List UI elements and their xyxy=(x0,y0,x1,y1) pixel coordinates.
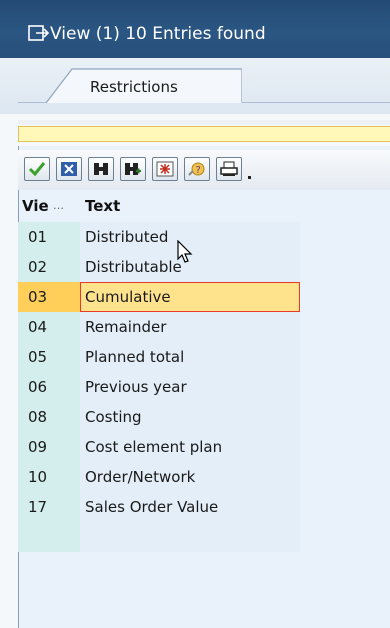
check-icon xyxy=(28,162,46,177)
list-item-selected[interactable]: 03 Cumulative xyxy=(18,282,390,312)
row-text: Sales Order Value xyxy=(85,498,219,516)
mouse-pointer-icon xyxy=(177,239,193,268)
list-item[interactable]: 09 Cost element plan xyxy=(18,432,390,462)
row-code: 05 xyxy=(28,348,48,366)
help-icon: ? xyxy=(188,162,205,176)
row-text: Cost element plan xyxy=(85,438,223,456)
message-bar xyxy=(18,126,390,142)
list-filler xyxy=(18,522,80,552)
column-header-text[interactable]: Text xyxy=(85,197,120,215)
list-filler xyxy=(80,522,300,552)
row-code: 01 xyxy=(28,228,48,246)
row-code: 10 xyxy=(28,468,48,486)
list-item[interactable]: 17 Sales Order Value xyxy=(18,492,390,522)
svg-text:?: ? xyxy=(196,165,201,176)
list-item[interactable]: 02 Distributable xyxy=(18,252,390,282)
row-code: 02 xyxy=(28,258,48,276)
toolbar: ? xyxy=(18,150,390,190)
column-truncation: … xyxy=(53,199,64,212)
check-button[interactable] xyxy=(24,157,50,181)
row-text: Previous year xyxy=(85,378,187,396)
row-code: 08 xyxy=(28,408,48,426)
find-icon xyxy=(94,163,108,175)
row-text: Order/Network xyxy=(85,468,196,486)
cancel-icon xyxy=(61,162,77,176)
tab-restrictions[interactable]: Restrictions xyxy=(46,67,242,103)
row-text: Remainder xyxy=(85,318,167,336)
row-text: Costing xyxy=(85,408,142,426)
column-header-view[interactable]: Vie xyxy=(22,197,49,215)
find-next-icon xyxy=(125,163,141,175)
title-bar: View (1) 10 Entries found xyxy=(0,0,390,58)
tab-label: Restrictions xyxy=(90,78,178,96)
row-code: 04 xyxy=(28,318,48,336)
row-code: 03 xyxy=(28,288,48,306)
row-code: 06 xyxy=(28,378,48,396)
row-text: Planned total xyxy=(85,348,185,366)
list-item[interactable]: 01 Distributed xyxy=(18,222,390,252)
row-text: Distributed xyxy=(85,228,169,246)
row-code: 09 xyxy=(28,438,48,456)
row-text: Cumulative xyxy=(85,288,171,306)
spacer xyxy=(18,120,390,125)
row-text: Distributable xyxy=(85,258,182,276)
window-title: View (1) 10 Entries found xyxy=(50,24,266,44)
help-button[interactable]: ? xyxy=(184,157,210,181)
print-button[interactable] xyxy=(216,157,242,181)
multiple-selection-icon xyxy=(156,161,174,177)
list-item[interactable]: 10 Order/Network xyxy=(18,462,390,492)
row-code: 17 xyxy=(28,498,48,516)
window-icon xyxy=(28,24,50,44)
print-icon xyxy=(220,161,238,176)
list-item[interactable]: 08 Costing xyxy=(18,402,390,432)
table-header: Vie … Text xyxy=(18,192,390,222)
multiple-selection-button[interactable] xyxy=(152,157,178,181)
list-item[interactable]: 04 Remainder xyxy=(18,312,390,342)
chevron-down-icon[interactable] xyxy=(246,164,254,179)
list-item[interactable]: 05 Planned total xyxy=(18,342,390,372)
find-button[interactable] xyxy=(88,157,114,181)
find-next-button[interactable] xyxy=(120,157,146,181)
cancel-button[interactable] xyxy=(56,157,82,181)
list-item[interactable]: 06 Previous year xyxy=(18,372,390,402)
